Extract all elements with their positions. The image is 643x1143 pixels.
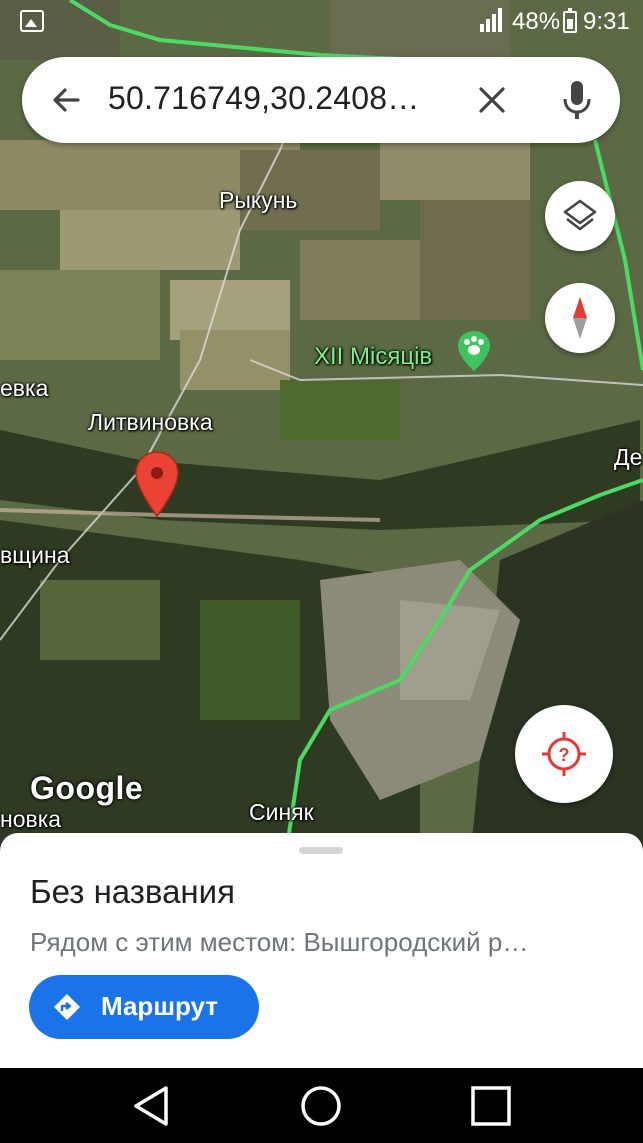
place-title: Без названия [30, 873, 235, 910]
map-label-poi[interactable]: XII Місяців [314, 343, 432, 371]
place-sheet[interactable]: Без названия Рядом с этим местом: Вышгор… [0, 833, 643, 1068]
signal-icon [480, 8, 502, 32]
place-subtitle: Рядом с этим местом: Вышгородский р… [30, 927, 529, 957]
status-bar: 48% 9:31 [0, 0, 643, 46]
search-bar[interactable]: 50.716749,30.2408… [22, 57, 620, 143]
map-label-novka: новка [0, 806, 62, 832]
directions-button[interactable]: Маршрут [29, 975, 259, 1039]
search-input[interactable]: 50.716749,30.2408… [108, 80, 419, 117]
map-label-de: Де [614, 444, 643, 470]
nav-back-icon[interactable] [130, 1084, 174, 1128]
nav-recents-icon[interactable] [469, 1084, 513, 1128]
layers-icon [563, 199, 597, 231]
compass-button[interactable] [545, 283, 615, 353]
map-label-evka: евка [0, 375, 49, 401]
map-label-rykun: Рыкунь [219, 187, 298, 213]
directions-icon [54, 994, 80, 1020]
pet-place-icon[interactable] [456, 329, 492, 373]
map-label-sinyak: Синяк [249, 799, 314, 825]
svg-text:?: ? [559, 745, 570, 765]
google-logo: Google [30, 770, 144, 806]
my-location-button[interactable]: ? [515, 705, 613, 803]
layers-button[interactable] [545, 181, 615, 251]
battery-percent: 48% [512, 8, 561, 35]
my-location-icon: ? [542, 732, 586, 776]
map-label-vshchina: вщина [0, 542, 70, 568]
close-icon[interactable] [476, 84, 508, 116]
sheet-drag-handle[interactable] [299, 847, 343, 854]
nav-home-icon[interactable] [299, 1084, 343, 1128]
microphone-icon[interactable] [562, 79, 592, 121]
system-nav-bar [0, 1068, 643, 1143]
image-notification-icon [20, 10, 44, 32]
clock: 9:31 [583, 8, 630, 35]
battery-icon [563, 8, 577, 33]
arrow-back-icon[interactable] [48, 82, 84, 118]
map-label-litvinovka: Литвиновка [88, 409, 213, 435]
directions-label: Маршрут [101, 991, 219, 1021]
location-pin-icon[interactable] [134, 450, 180, 518]
compass-icon [573, 297, 587, 339]
